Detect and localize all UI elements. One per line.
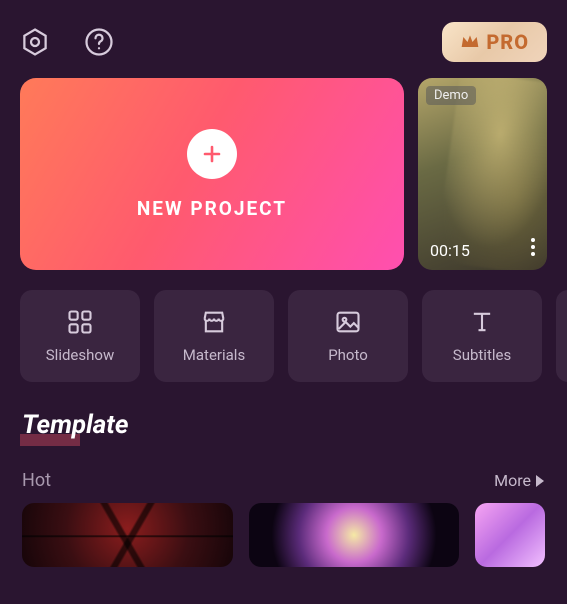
tool-materials[interactable]: Materials [154, 290, 274, 382]
demo-project-card[interactable]: Demo 00:15 [418, 78, 547, 270]
tool-subtitles[interactable]: Subtitles [422, 290, 542, 382]
section-title: Template [22, 410, 128, 440]
tool-more[interactable] [556, 290, 567, 382]
new-project-label: NEW PROJECT [137, 197, 287, 220]
tool-slideshow[interactable]: Slideshow [20, 290, 140, 382]
tools-row: Slideshow Materials Photo Subtitles [0, 290, 567, 410]
more-button[interactable]: More [494, 471, 545, 490]
demo-tag: Demo [426, 86, 476, 105]
text-icon [468, 308, 496, 336]
tool-label: Subtitles [453, 346, 511, 364]
tool-label: Slideshow [46, 346, 114, 364]
pro-label: PRO [486, 30, 529, 54]
crown-icon [460, 33, 480, 51]
templates-section: Template Hot More [0, 410, 567, 567]
tool-photo[interactable]: Photo [288, 290, 408, 382]
pro-badge[interactable]: PRO [442, 22, 547, 62]
more-label: More [494, 471, 531, 490]
chevron-right-icon [535, 475, 545, 487]
more-vert-icon[interactable] [527, 234, 539, 260]
templates-row [22, 503, 545, 567]
photo-icon [334, 308, 362, 336]
template-card[interactable] [249, 503, 460, 567]
template-card[interactable] [475, 503, 545, 567]
demo-duration: 00:15 [430, 241, 470, 260]
template-card[interactable] [22, 503, 233, 567]
tool-label: Materials [183, 346, 245, 364]
hero-row: NEW PROJECT Demo 00:15 [0, 78, 567, 290]
templates-header-row: Hot More [22, 470, 545, 491]
plus-icon [187, 129, 237, 179]
new-project-button[interactable]: NEW PROJECT [20, 78, 404, 270]
templates-subhead: Hot [22, 470, 51, 491]
tool-label: Photo [328, 346, 368, 364]
top-bar: PRO [0, 0, 567, 78]
grid-icon [66, 308, 94, 336]
settings-icon[interactable] [20, 27, 50, 57]
store-icon [200, 308, 228, 336]
help-icon[interactable] [84, 27, 114, 57]
